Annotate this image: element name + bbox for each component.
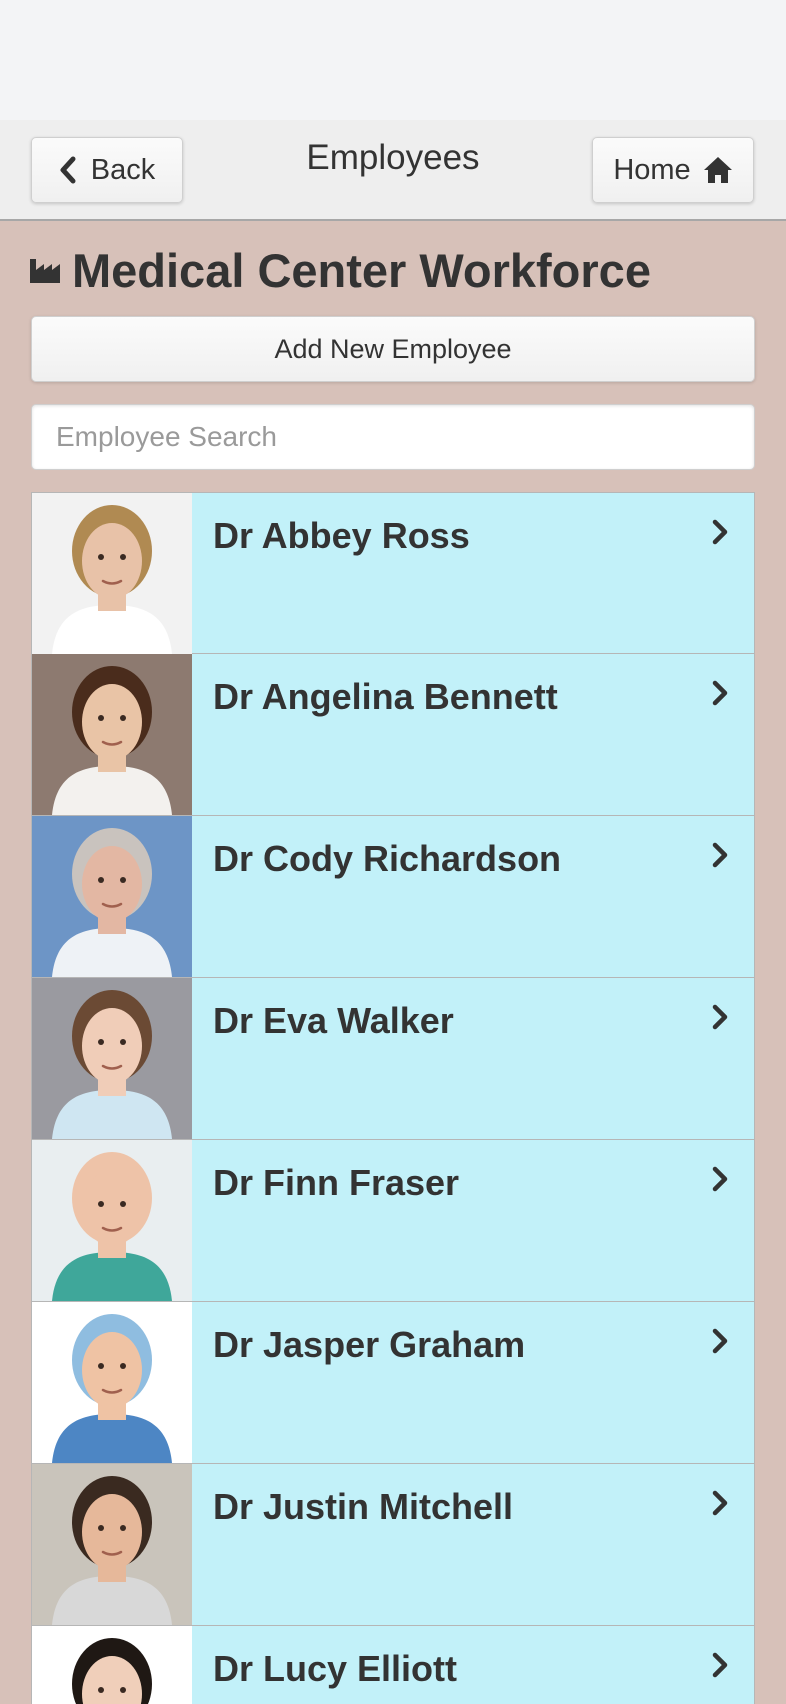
employee-name: Dr Justin Mitchell (213, 1486, 514, 1527)
employee-name: Dr Eva Walker (213, 1000, 454, 1041)
employee-list-item[interactable]: Dr Cody Richardson (31, 816, 755, 978)
add-new-employee-button[interactable]: Add New Employee (31, 316, 755, 382)
employee-list-item[interactable]: Dr Eva Walker (31, 978, 755, 1140)
employee-photo (32, 1140, 192, 1301)
employee-photo (32, 978, 192, 1139)
chevron-right-icon (712, 519, 728, 545)
chevron-right-icon (712, 1004, 728, 1030)
home-icon (703, 157, 732, 183)
page-title-text: Medical Center Workforce (72, 243, 651, 297)
employee-name: Dr Jasper Graham (213, 1324, 526, 1365)
home-button[interactable]: Home (592, 137, 754, 203)
employee-list-item[interactable]: Dr Jasper Graham (31, 1302, 755, 1464)
employee-name: Dr Finn Fraser (213, 1162, 460, 1203)
employee-name: Dr Abbey Ross (213, 515, 470, 556)
employee-search-input[interactable] (31, 404, 755, 470)
employee-photo (32, 1464, 192, 1625)
employee-list-item[interactable]: Dr Justin Mitchell (31, 1464, 755, 1626)
employee-photo (32, 493, 192, 654)
employee-photo (32, 1302, 192, 1463)
employee-list-item[interactable]: Dr Lucy Elliott (31, 1626, 755, 1704)
employee-list: Dr Abbey Ross Dr Angelina Bennett Dr Cody … (31, 492, 755, 1704)
employee-list-item[interactable]: Dr Angelina Bennett (31, 654, 755, 816)
status-bar-area (0, 0, 786, 120)
header-bar: Back Employees Home (0, 120, 786, 221)
chevron-right-icon (712, 842, 728, 868)
industry-icon (30, 259, 60, 283)
chevron-right-icon (712, 1490, 728, 1516)
employee-photo (32, 654, 192, 815)
employee-list-item[interactable]: Dr Abbey Ross (31, 492, 755, 654)
employee-photo (32, 816, 192, 977)
employee-name: Dr Angelina Bennett (213, 676, 558, 717)
chevron-right-icon (712, 680, 728, 706)
employee-name: Dr Lucy Elliott (213, 1648, 458, 1689)
chevron-right-icon (712, 1166, 728, 1192)
employee-list-item[interactable]: Dr Finn Fraser (31, 1140, 755, 1302)
home-button-label: Home (613, 153, 691, 186)
chevron-right-icon (712, 1652, 728, 1678)
page-title: Medical Center Workforce (30, 240, 651, 300)
employee-photo (32, 1626, 192, 1704)
employee-name: Dr Cody Richardson (213, 838, 562, 879)
chevron-right-icon (712, 1328, 728, 1354)
